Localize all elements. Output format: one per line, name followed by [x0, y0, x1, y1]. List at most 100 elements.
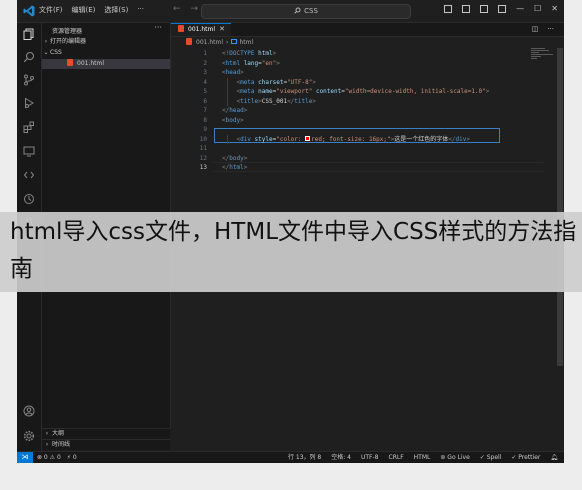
code-token: head	[229, 107, 244, 114]
maximize-icon[interactable]: ☐	[534, 5, 541, 13]
code-token: >	[276, 59, 280, 67]
line-number: 1	[203, 50, 207, 57]
spell-indicator[interactable]: ✓ Spell	[480, 452, 502, 463]
forward-arrow-icon[interactable]: →	[191, 4, 199, 14]
indentation[interactable]: 空格: 4	[331, 452, 351, 463]
code-line[interactable]: 1 <!DOCTYPE html>	[171, 49, 561, 59]
prettier-indicator[interactable]: ✓ Prettier	[511, 452, 540, 463]
code-token: html	[254, 50, 273, 57]
open-editors-section[interactable]: › 打开的编辑器	[42, 37, 170, 47]
split-editor-icon[interactable]: ◫	[532, 25, 539, 33]
explorer-icon[interactable]	[23, 28, 35, 40]
code-text: <html lang="en">	[222, 59, 280, 69]
menu-more[interactable]: ···	[137, 5, 144, 15]
code-token: >	[312, 97, 316, 105]
extensions-icon[interactable]	[23, 121, 35, 133]
search-icon[interactable]	[23, 51, 35, 63]
indent-guide	[227, 77, 228, 106]
language-mode[interactable]: HTML	[414, 452, 431, 463]
chevron-right-icon: ›	[45, 441, 49, 448]
code-line[interactable]: 8 <body>	[171, 116, 561, 126]
code-line[interactable]: 7 </head>	[171, 106, 561, 116]
close-tab-icon[interactable]: ✕	[219, 24, 225, 35]
tab-label: 001.html	[188, 26, 216, 33]
outline-label: 大纲	[52, 430, 65, 437]
problems-indicator[interactable]: ⊗ 0 ⚠ 0	[37, 452, 61, 463]
code-line[interactable]: 2 <html lang="en">	[171, 59, 561, 69]
remote-indicator-icon[interactable]: ⋊	[17, 452, 33, 463]
code-token: red; font-size: 16px;"	[311, 135, 391, 143]
code-text: </body>	[222, 154, 247, 164]
menu-file[interactable]: 文件(F)	[39, 5, 63, 15]
code-line[interactable]: 4 <meta charset="UTF-8">	[171, 78, 561, 88]
folder-css[interactable]: ⌄CSS	[42, 48, 170, 58]
code-line[interactable]: 5 <meta name="viewport" content="width=d…	[171, 87, 561, 97]
tab-001-html[interactable]: 001.html ✕	[171, 23, 231, 36]
breadcrumb-node[interactable]: html	[239, 39, 253, 46]
code-line[interactable]: 10 <div style="color: red; font-size: 16…	[171, 135, 561, 145]
code-token: </	[448, 135, 456, 143]
minimap[interactable]	[531, 48, 555, 62]
settings-gear-icon[interactable]	[23, 430, 35, 442]
account-icon[interactable]	[23, 405, 35, 417]
article-title: html导入css文件，HTML文件中导入CSS样式的方法指南	[10, 219, 577, 282]
code-line[interactable]: 3 <head>	[171, 68, 561, 78]
status-bar: ⋊ ⊗ 0 ⚠ 0 ⚡ 0 行 13，列 8 空格: 4 UTF-8 CRLF …	[17, 451, 564, 463]
ports-indicator[interactable]: ⚡ 0	[67, 452, 77, 463]
code-token: >	[240, 69, 244, 76]
file-item-001-html[interactable]: 001.html	[42, 59, 170, 69]
encoding[interactable]: UTF-8	[361, 452, 379, 463]
code-token: content	[312, 88, 342, 95]
line-number: 5	[203, 88, 207, 95]
back-arrow-icon[interactable]: ←	[173, 4, 181, 14]
vscode-logo-icon	[23, 5, 35, 17]
code-token: div	[240, 135, 251, 143]
color-swatch-icon[interactable]	[305, 135, 311, 141]
menu-edit[interactable]: 编辑(E)	[72, 5, 96, 15]
element-tag-icon	[231, 39, 238, 44]
remote-explorer-icon[interactable]	[23, 145, 35, 157]
explorer-more-actions[interactable]: ···	[154, 23, 162, 32]
explorer-title: 资源管理器	[52, 28, 83, 35]
timeline-icon[interactable]	[23, 193, 35, 205]
go-live-button[interactable]: ⊚ Go Live	[440, 452, 469, 463]
run-debug-icon[interactable]	[23, 97, 35, 109]
breadcrumb-file[interactable]: 001.html	[196, 39, 223, 46]
code-token: CSS_001	[261, 97, 288, 105]
code-text: <!DOCTYPE html>	[222, 49, 276, 59]
outline-section[interactable]: › 大纲	[42, 428, 170, 439]
cursor-position[interactable]: 行 13，列 8	[288, 452, 321, 463]
customize-layout-icon[interactable]	[498, 5, 507, 13]
command-center-search[interactable]: CSS	[201, 4, 411, 19]
toggle-sidebar-icon[interactable]	[444, 5, 453, 13]
vertical-scrollbar[interactable]	[557, 48, 563, 366]
line-number: 2	[203, 59, 207, 67]
line-number: 8	[203, 116, 207, 124]
code-token: DOCTYPE	[229, 50, 255, 57]
close-window-icon[interactable]: ✕	[551, 5, 558, 13]
code-line[interactable]: 13 </html>	[171, 163, 561, 173]
code-token: >	[272, 50, 277, 57]
line-number: 4	[203, 78, 207, 86]
code-token: >	[466, 135, 470, 143]
toggle-secondary-sidebar-icon[interactable]	[480, 5, 489, 13]
notifications-bell-icon[interactable]: 🔔︎	[550, 452, 558, 463]
line-number: 11	[199, 145, 207, 152]
code-line[interactable]: 12 </body>	[171, 154, 561, 164]
code-line[interactable]: 11	[171, 144, 561, 154]
code-line[interactable]: 9	[171, 125, 561, 135]
breadcrumb-separator: ›	[226, 39, 229, 46]
more-actions-icon[interactable]: ···	[547, 25, 554, 33]
code-line[interactable]: 6 <title>CSS_001</title>	[171, 97, 561, 107]
minimize-icon[interactable]: —	[516, 5, 524, 13]
timeline-section[interactable]: › 时间线	[42, 439, 170, 450]
source-control-icon[interactable]	[23, 74, 35, 86]
end-of-line[interactable]: CRLF	[389, 452, 404, 463]
menu-selection[interactable]: 选择(S)	[104, 5, 128, 15]
live-share-icon[interactable]	[23, 169, 35, 181]
toggle-panel-icon[interactable]	[462, 5, 471, 13]
line-number: 10	[199, 135, 207, 143]
code-token: "color:	[276, 135, 306, 143]
